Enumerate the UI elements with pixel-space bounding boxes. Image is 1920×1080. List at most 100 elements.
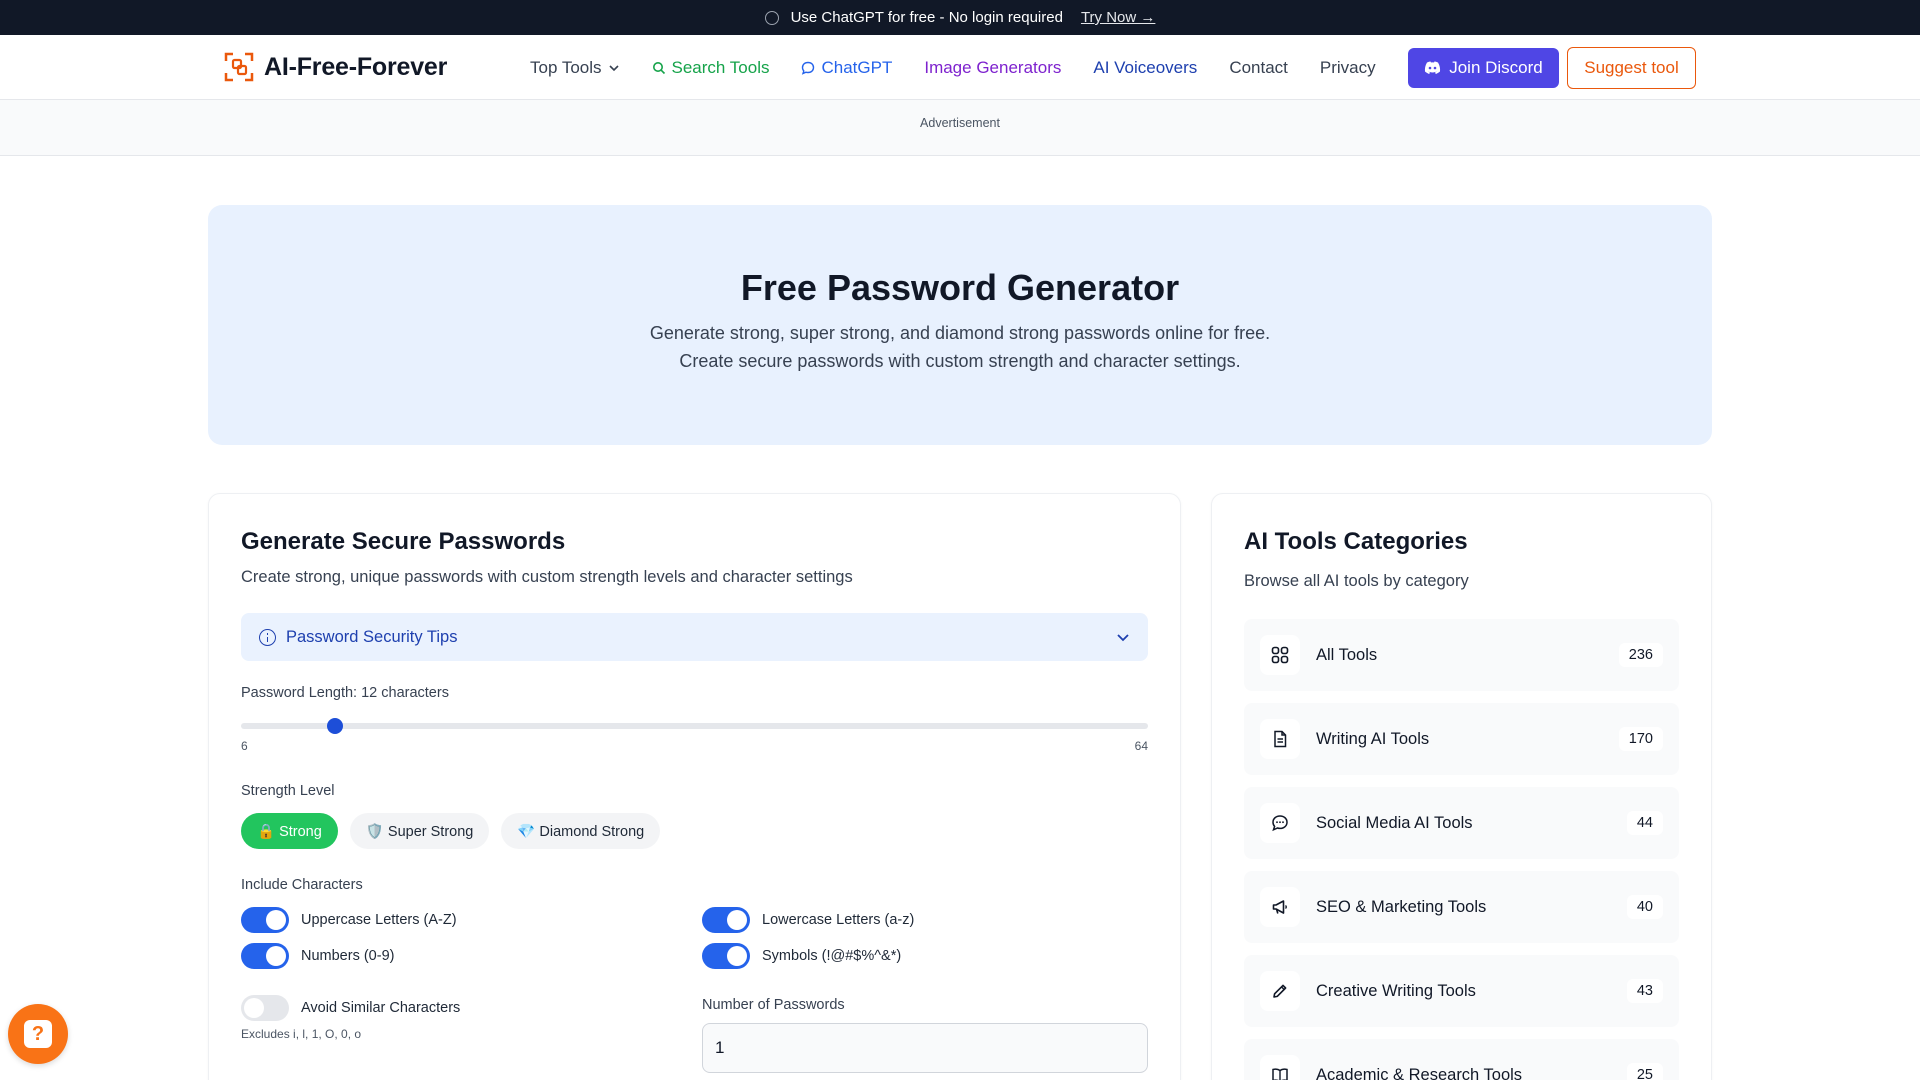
nav-image-generators-label: Image Generators: [924, 57, 1062, 77]
nav-ai-voiceovers[interactable]: AI Voiceovers: [1093, 58, 1197, 78]
symbols-label: Symbols (!@#$%^&*): [762, 948, 902, 964]
help-button[interactable]: ?: [8, 1004, 68, 1064]
security-tips-label: Password Security Tips: [286, 627, 458, 646]
strength-super-strong-button[interactable]: 🛡️ Super Strong: [349, 813, 490, 849]
chevron-down-icon: [608, 64, 619, 71]
suggest-tool-label: Suggest tool: [1584, 58, 1679, 77]
brand-logo[interactable]: AI-Free-Forever: [224, 52, 447, 82]
nav-contact[interactable]: Contact: [1229, 58, 1288, 78]
strength-super-strong-label: 🛡️ Super Strong: [365, 823, 474, 840]
hero-description: Generate strong, super strong, and diamo…: [208, 319, 1712, 375]
category-academic-research-tools[interactable]: Academic & Research Tools 25: [1244, 1039, 1679, 1080]
promo-banner: Use ChatGPT for free - No login required…: [0, 0, 1920, 35]
strength-diamond-strong-label: 💎 Diamond Strong: [517, 823, 645, 840]
numbers-label: Numbers (0-9): [301, 948, 395, 964]
password-length-slider[interactable]: [241, 718, 1148, 734]
ad-slot: Advertisement: [0, 100, 1920, 156]
nav-privacy-label: Privacy: [1319, 57, 1376, 77]
category-name: SEO & Marketing Tools: [1316, 897, 1487, 916]
nav-top-tools[interactable]: Top Tools: [530, 58, 620, 78]
category-creative-writing-tools[interactable]: Creative Writing Tools 43: [1244, 955, 1679, 1027]
strength-strong-label: 🔒 Strong: [257, 823, 322, 840]
document-icon: [1274, 730, 1287, 748]
category-name: Creative Writing Tools: [1316, 981, 1476, 1000]
category-social-media-ai-tools[interactable]: Social Media AI Tools 44: [1244, 787, 1679, 859]
book-icon: [1272, 1068, 1288, 1080]
ad-label: Advertisement: [920, 116, 1000, 130]
category-list: All Tools 236 Writing AI Tools 170 Socia…: [1244, 619, 1679, 1080]
uppercase-label: Uppercase Letters (A-Z): [301, 912, 457, 928]
nav-privacy[interactable]: Privacy: [1320, 58, 1376, 78]
nav-chatgpt-label: ChatGPT: [821, 57, 893, 77]
strength-diamond-strong-button[interactable]: 💎 Diamond Strong: [501, 813, 661, 849]
slider-min-label: 6: [241, 739, 248, 753]
main-nav: AI-Free-Forever Top Tools Search Tools C…: [0, 35, 1920, 100]
chat-bubble-icon: [802, 61, 815, 75]
categories-subtitle: Browse all AI tools by category: [1244, 572, 1469, 590]
numbers-toggle[interactable]: [241, 943, 289, 969]
lowercase-label: Lowercase Letters (a-z): [762, 912, 915, 928]
slider-range: 6 64: [241, 739, 1148, 753]
category-count: 236: [1618, 643, 1663, 667]
category-name: Social Media AI Tools: [1316, 813, 1473, 832]
nav-search-tools[interactable]: Search Tools: [652, 57, 770, 78]
slider-thumb[interactable]: [326, 718, 343, 734]
categories-title: AI Tools Categories: [1244, 528, 1468, 555]
number-of-passwords-input[interactable]: [702, 1023, 1148, 1073]
generator-subtitle: Create strong, unique passwords with cus…: [241, 568, 853, 586]
join-discord-label: Join Discord: [1449, 58, 1543, 77]
category-count: 25: [1626, 1063, 1663, 1080]
nav-ai-voiceovers-label: AI Voiceovers: [1093, 57, 1198, 77]
hero-line-2: Create secure passwords with custom stre…: [679, 351, 1241, 371]
suggest-tool-button[interactable]: Suggest tool: [1567, 47, 1696, 89]
category-count: 43: [1626, 979, 1663, 1003]
nav-search-tools-label: Search Tools: [671, 57, 770, 77]
avoid-similar-toggle[interactable]: [241, 995, 289, 1021]
symbols-option: Symbols (!@#$%^&*): [702, 943, 1102, 969]
category-name: Academic & Research Tools: [1316, 1065, 1523, 1080]
category-name: All Tools: [1316, 645, 1378, 664]
categories-card: AI Tools Categories Browse all AI tools …: [1211, 493, 1712, 1080]
page-title: Free Password Generator: [740, 267, 1180, 308]
grid-icon: [1271, 646, 1289, 664]
try-now-link[interactable]: Try Now →: [1081, 9, 1155, 26]
uppercase-toggle[interactable]: [241, 907, 289, 933]
password-length-label: Password Length: 12 characters: [241, 685, 449, 701]
avoid-similar-option: Avoid Similar Characters Excludes i, l, …: [241, 995, 702, 1073]
category-count: 44: [1626, 811, 1663, 835]
chat-bubble-icon: [764, 10, 779, 25]
megaphone-icon: [1272, 900, 1287, 914]
category-writing-ai-tools[interactable]: Writing AI Tools 170: [1244, 703, 1679, 775]
slider-max-label: 64: [1134, 739, 1148, 753]
lowercase-option: Lowercase Letters (a-z): [702, 907, 1102, 933]
nav-top-tools-label: Top Tools: [530, 57, 602, 77]
include-characters-label: Include Characters: [241, 877, 363, 893]
pencil-icon: [1273, 984, 1287, 998]
chevron-down-icon: [1117, 634, 1129, 642]
character-options: Uppercase Letters (A-Z) Lowercase Letter…: [241, 907, 1148, 1073]
nav-contact-label: Contact: [1229, 57, 1288, 77]
nav-links: Top Tools Search Tools ChatGPT Image Gen…: [530, 35, 1408, 100]
security-tips-accordion[interactable]: Password Security Tips: [241, 613, 1148, 661]
chat-bubble-icon: [1272, 815, 1288, 832]
strength-strong-button[interactable]: 🔒 Strong: [241, 813, 338, 849]
join-discord-button[interactable]: Join Discord: [1408, 48, 1559, 88]
generator-title: Generate Secure Passwords: [241, 528, 566, 555]
number-of-passwords-group: Number of Passwords: [702, 997, 1148, 1073]
nav-chatgpt[interactable]: ChatGPT: [801, 58, 892, 78]
nav-image-generators[interactable]: Image Generators: [924, 58, 1061, 78]
avoid-similar-label: Avoid Similar Characters: [301, 1000, 461, 1016]
category-seo-marketing-tools[interactable]: SEO & Marketing Tools 40: [1244, 871, 1679, 943]
strength-level-label: Strength Level: [241, 783, 335, 799]
category-count: 170: [1618, 727, 1663, 751]
lowercase-toggle[interactable]: [702, 907, 750, 933]
avoid-similar-hint: Excludes i, l, 1, O, 0, o: [241, 1027, 362, 1041]
generator-card: Generate Secure Passwords Create strong,…: [208, 493, 1181, 1080]
question-icon: ?: [24, 1020, 52, 1048]
hero-section: Free Password Generator Generate strong,…: [208, 205, 1712, 445]
category-all-tools[interactable]: All Tools 236: [1244, 619, 1679, 691]
brand-name: AI-Free-Forever: [264, 52, 448, 81]
numbers-option: Numbers (0-9): [241, 943, 702, 969]
symbols-toggle[interactable]: [702, 943, 750, 969]
category-name: Writing AI Tools: [1316, 729, 1430, 748]
